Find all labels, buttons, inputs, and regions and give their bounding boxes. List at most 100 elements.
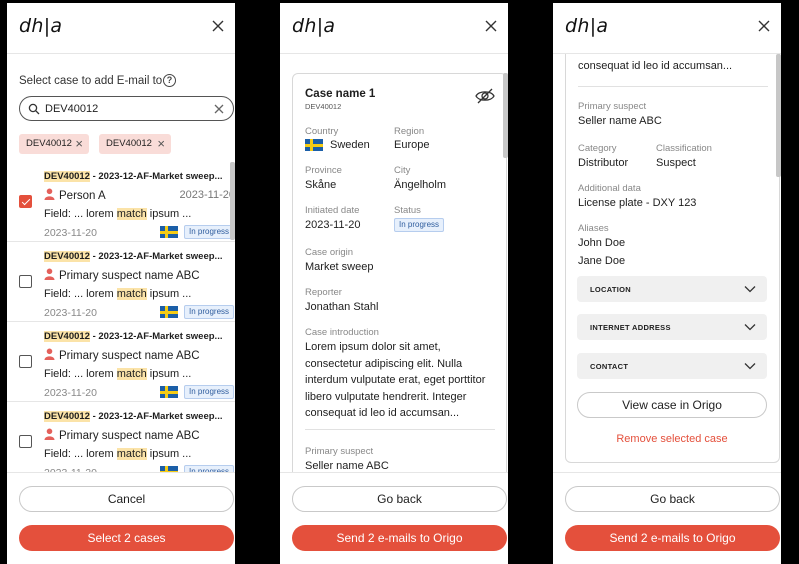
send-emails-button[interactable]: Send 2 e-mails to Origo bbox=[565, 525, 780, 551]
footer: Cancel Select 2 cases bbox=[7, 472, 235, 564]
aliases-label: Aliases bbox=[578, 223, 609, 234]
case-date: 2023-11-20 bbox=[44, 227, 97, 239]
remove-chip-icon[interactable]: × bbox=[75, 134, 83, 154]
close-icon[interactable] bbox=[210, 18, 226, 34]
sweden-flag-icon bbox=[305, 139, 323, 151]
case-date: 2023-11-20 bbox=[179, 189, 235, 201]
view-case-button[interactable]: View case in Origo bbox=[577, 392, 767, 418]
select-case-prompt: Select case to add E-mail to bbox=[19, 75, 163, 87]
case-field-match: Field: ... lorem match ipsum ... bbox=[44, 288, 192, 300]
status-badge: In progress bbox=[184, 385, 235, 399]
filter-chip[interactable]: DEV40012 × bbox=[19, 134, 89, 154]
case-list: DEV40012 - 2023-12-AF-Market sweep... Pe… bbox=[7, 162, 235, 477]
send-emails-button[interactable]: Send 2 e-mails to Origo bbox=[292, 525, 507, 551]
suspect-value: Seller name ABC bbox=[305, 460, 389, 472]
clear-icon[interactable] bbox=[214, 104, 224, 114]
scrollbar[interactable] bbox=[503, 73, 508, 158]
checkbox[interactable] bbox=[19, 195, 32, 208]
status-badge: In progress bbox=[184, 305, 235, 319]
search-input[interactable]: DEV40012 bbox=[19, 96, 234, 121]
initiated-value: 2023-11-20 bbox=[305, 219, 361, 231]
sweden-flag-icon bbox=[160, 386, 178, 398]
chevron-down-icon bbox=[744, 363, 756, 370]
go-back-button[interactable]: Go back bbox=[565, 486, 780, 512]
case-detail-panel: dh|a Case name 1 DEV40012 Country Sweden… bbox=[280, 3, 508, 564]
internet-address-accordion[interactable]: INTERNET ADDRESS bbox=[577, 314, 767, 340]
city-value: Ängelholm bbox=[394, 179, 446, 191]
select-cases-button[interactable]: Select 2 cases bbox=[19, 525, 234, 551]
location-accordion[interactable]: LOCATION bbox=[577, 276, 767, 302]
list-item[interactable]: DEV40012 - 2023-12-AF-Market sweep... Pe… bbox=[7, 162, 235, 242]
close-icon[interactable] bbox=[483, 18, 499, 34]
cancel-button[interactable]: Cancel bbox=[19, 486, 234, 512]
status-badge: In progress bbox=[184, 225, 235, 239]
suspect-label: Primary suspect bbox=[578, 101, 647, 112]
go-back-button[interactable]: Go back bbox=[292, 486, 507, 512]
chevron-down-icon bbox=[744, 286, 756, 293]
case-code: DEV40012 bbox=[305, 102, 342, 111]
additional-value: License plate - DXY 123 bbox=[578, 197, 697, 209]
case-date: 2023-11-20 bbox=[44, 307, 97, 319]
reporter-label: Reporter bbox=[305, 287, 342, 298]
province-label: Province bbox=[305, 165, 342, 176]
person-icon bbox=[44, 188, 55, 200]
category-value: Distributor bbox=[578, 157, 629, 169]
sweden-flag-icon bbox=[160, 226, 178, 238]
case-detail-scrolled-panel: dh|a consequat id leo id accumsan... Pri… bbox=[553, 3, 781, 564]
reporter-value: Jonathan Stahl bbox=[305, 301, 379, 313]
person-icon bbox=[44, 268, 55, 280]
case-title: DEV40012 - 2023-12-AF-Market sweep... bbox=[44, 411, 223, 422]
accordion-label: CONTACT bbox=[590, 362, 629, 371]
logo: dh|a bbox=[19, 15, 63, 37]
close-icon[interactable] bbox=[756, 18, 772, 34]
select-case-panel: dh|a Select case to add E-mail to ? DEV4… bbox=[7, 3, 235, 564]
classification-label: Classification bbox=[656, 143, 712, 154]
help-icon[interactable]: ? bbox=[163, 74, 176, 87]
scrollbar[interactable] bbox=[230, 162, 235, 240]
list-item[interactable]: DEV40012 - 2023-12-AF-Market sweep... Pr… bbox=[7, 402, 235, 477]
case-name: Case name 1 bbox=[305, 88, 376, 100]
footer: Go back Send 2 e-mails to Origo bbox=[280, 472, 508, 564]
intro-text: Lorem ipsum dolor sit amet, consectetur … bbox=[305, 341, 486, 419]
remove-case-link[interactable]: Remove selected case bbox=[577, 433, 767, 445]
list-item[interactable]: DEV40012 - 2023-12-AF-Market sweep... Pr… bbox=[7, 322, 235, 402]
eye-off-icon[interactable] bbox=[475, 88, 495, 104]
case-person: Primary suspect name ABC bbox=[44, 348, 200, 362]
search-icon bbox=[28, 103, 40, 115]
additional-label: Additional data bbox=[578, 183, 641, 194]
alias-value: John Doe bbox=[578, 237, 626, 249]
case-title: DEV40012 - 2023-12-AF-Market sweep... bbox=[44, 251, 223, 262]
chip-label: DEV40012 bbox=[26, 138, 72, 149]
case-date: 2023-11-20 bbox=[44, 387, 97, 399]
region-value: Europe bbox=[394, 139, 430, 151]
case-field-match: Field: ... lorem match ipsum ... bbox=[44, 208, 192, 220]
case-field-match: Field: ... lorem match ipsum ... bbox=[44, 368, 192, 380]
filter-chip[interactable]: DEV40012 × bbox=[99, 134, 171, 154]
case-person: Primary suspect name ABC bbox=[44, 428, 200, 442]
accordion-label: INTERNET ADDRESS bbox=[590, 323, 671, 332]
divider bbox=[305, 429, 495, 430]
country-value: Sweden bbox=[330, 139, 370, 151]
category-label: Category bbox=[578, 143, 617, 154]
alias-value: Jane Doe bbox=[578, 255, 626, 267]
contact-accordion[interactable]: CONTACT bbox=[577, 353, 767, 379]
list-item[interactable]: DEV40012 - 2023-12-AF-Market sweep... Pr… bbox=[7, 242, 235, 322]
remove-chip-icon[interactable]: × bbox=[157, 134, 165, 154]
search-value: DEV40012 bbox=[45, 103, 99, 115]
region-label: Region bbox=[394, 126, 425, 137]
chevron-down-icon bbox=[744, 324, 756, 331]
logo: dh|a bbox=[292, 15, 336, 37]
sweden-flag-icon bbox=[160, 306, 178, 318]
province-value: Skåne bbox=[305, 179, 337, 191]
checkbox[interactable] bbox=[19, 355, 32, 368]
initiated-label: Initiated date bbox=[305, 205, 360, 216]
case-person: Person A bbox=[44, 188, 106, 202]
city-label: City bbox=[394, 165, 411, 176]
checkbox[interactable] bbox=[19, 275, 32, 288]
status-label: Status bbox=[394, 205, 421, 216]
person-icon bbox=[44, 428, 55, 440]
intro-text-tail: consequat id leo id accumsan... bbox=[578, 60, 733, 72]
scrollbar[interactable] bbox=[776, 54, 781, 177]
case-title: DEV40012 - 2023-12-AF-Market sweep... bbox=[44, 331, 223, 342]
checkbox[interactable] bbox=[19, 435, 32, 448]
